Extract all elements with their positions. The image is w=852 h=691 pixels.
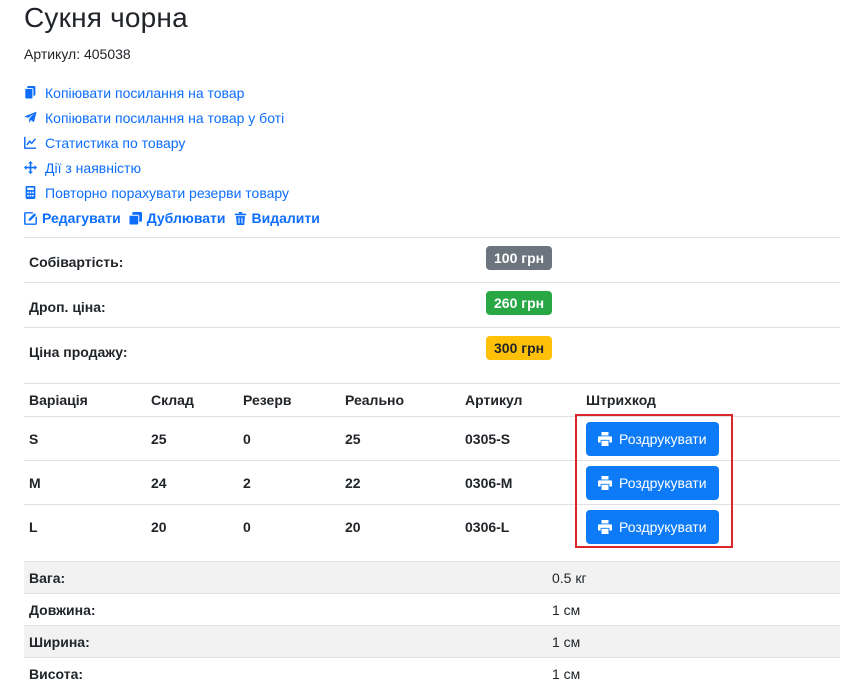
barcode-cell: Роздрукувати: [581, 416, 840, 461]
variation-sku: 0306-L: [460, 504, 581, 548]
product-statistics-link[interactable]: Статистика по товару: [24, 130, 289, 155]
header-real: Реально: [340, 383, 460, 417]
height-value: 1 см: [552, 666, 581, 682]
stock-actions-link[interactable]: Дії з наявністю: [24, 155, 289, 180]
duplicate-icon: [128, 211, 142, 225]
product-links: Копіювати посилання на товар Копіювати п…: [24, 80, 289, 205]
drop-price-label: Дроп. ціна:: [29, 299, 106, 315]
page-title: Сукня чорна: [24, 2, 188, 33]
variation-real: 20: [340, 504, 460, 548]
variation-name: M: [24, 460, 146, 505]
height-label: Висота:: [29, 666, 84, 682]
duplicate-button[interactable]: Дублювати: [128, 210, 226, 226]
variation-name: S: [24, 416, 146, 461]
cost-price-row: Собівартість: 100 грн: [24, 237, 840, 282]
cost-price-label: Собівартість:: [29, 254, 124, 270]
print-label: Роздрукувати: [619, 474, 707, 491]
arrows-move-icon: [24, 161, 37, 174]
print-barcode-button[interactable]: Роздрукувати: [586, 421, 719, 456]
variation-sku: 0305-S: [460, 416, 581, 461]
print-icon: [598, 431, 612, 446]
table-row: L 20 0 20 0306-L Роздрукувати: [24, 504, 840, 548]
copy-bot-link-label: Копіювати посилання на товар у боті: [45, 109, 285, 126]
delete-button[interactable]: Видалити: [234, 210, 320, 226]
header-sku: Артикул: [460, 383, 581, 417]
recalculate-reserves-label: Повторно порахувати резерви товару: [45, 184, 290, 201]
product-statistics-label: Статистика по товару: [45, 134, 186, 151]
variation-name: L: [24, 504, 146, 548]
width-value: 1 см: [552, 634, 581, 650]
weight-label: Вага:: [29, 570, 66, 586]
width-label: Ширина:: [29, 634, 90, 650]
header-reserve: Резерв: [238, 383, 340, 417]
copy-icon: [24, 86, 36, 99]
stock-actions-label: Дії з наявністю: [45, 159, 141, 176]
header-stock: Склад: [146, 383, 238, 417]
length-value: 1 см: [552, 602, 581, 618]
drop-price-row: Дроп. ціна: 260 грн: [24, 282, 840, 327]
price-table: Собівартість: 100 грн Дроп. ціна: 260 гр…: [24, 237, 840, 372]
cost-price-badge: 100 грн: [486, 246, 553, 270]
width-row: Ширина: 1 см: [24, 625, 840, 657]
barcode-cell: Роздрукувати: [581, 504, 840, 548]
weight-row: Вага: 0.5 кг: [24, 561, 840, 593]
sale-price-row: Ціна продажу: 300 грн: [24, 327, 840, 372]
drop-price-badge: 260 грн: [486, 291, 553, 315]
sale-price-label: Ціна продажу:: [29, 344, 128, 360]
variation-reserve: 0: [238, 504, 340, 548]
product-page: Сукня чорна Артикул: 405038 Копіювати по…: [0, 0, 852, 691]
product-sku: Артикул: 405038: [24, 46, 131, 62]
variation-reserve: 2: [238, 460, 340, 505]
edit-icon: [24, 211, 37, 225]
variation-stock: 24: [146, 460, 238, 505]
variation-sku: 0306-M: [460, 460, 581, 505]
print-label: Роздрукувати: [619, 518, 707, 535]
sale-price-badge: 300 грн: [486, 336, 553, 360]
variations-header-row: Варіація Склад Резерв Реально Артикул Шт…: [24, 383, 840, 417]
duplicate-label: Дублювати: [146, 210, 226, 226]
length-row: Довжина: 1 см: [24, 593, 840, 625]
table-row: S 25 0 25 0305-S Роздрукувати: [24, 416, 840, 461]
length-label: Довжина:: [29, 602, 96, 618]
variation-real: 25: [340, 416, 460, 461]
print-barcode-button[interactable]: Роздрукувати: [586, 465, 719, 500]
recalculate-reserves-link[interactable]: Повторно порахувати резерви товару: [24, 180, 289, 205]
copy-link-label: Копіювати посилання на товар: [45, 84, 245, 101]
height-row: Висота: 1 см: [24, 657, 840, 689]
variation-reserve: 0: [238, 416, 340, 461]
header-barcode: Штрихкод: [581, 383, 840, 417]
print-icon: [598, 519, 612, 534]
header-variation: Варіація: [24, 383, 146, 417]
edit-button[interactable]: Редагувати: [24, 210, 121, 226]
delete-label: Видалити: [251, 210, 320, 226]
product-actions: Редагувати Дублювати Видалити: [24, 210, 328, 226]
barcode-cell: Роздрукувати: [581, 460, 840, 505]
print-label: Роздрукувати: [619, 430, 707, 447]
dimensions-table: Вага: 0.5 кг Довжина: 1 см Ширина: 1 см …: [24, 561, 840, 689]
copy-link-button[interactable]: Копіювати посилання на товар: [24, 80, 289, 105]
edit-label: Редагувати: [42, 210, 121, 226]
variation-stock: 25: [146, 416, 238, 461]
print-barcode-button[interactable]: Роздрукувати: [586, 509, 719, 544]
print-icon: [598, 475, 612, 490]
weight-value: 0.5 кг: [552, 570, 587, 586]
trash-icon: [234, 211, 246, 225]
variation-stock: 20: [146, 504, 238, 548]
variations-table: Варіація Склад Резерв Реально Артикул Шт…: [24, 383, 840, 548]
table-row: M 24 2 22 0306-M Роздрукувати: [24, 460, 840, 505]
telegram-plane-icon: [24, 111, 37, 123]
copy-bot-link-button[interactable]: Копіювати посилання на товар у боті: [24, 105, 289, 130]
variation-real: 22: [340, 460, 460, 505]
chart-line-icon: [24, 136, 37, 149]
calculator-icon: [25, 186, 36, 199]
